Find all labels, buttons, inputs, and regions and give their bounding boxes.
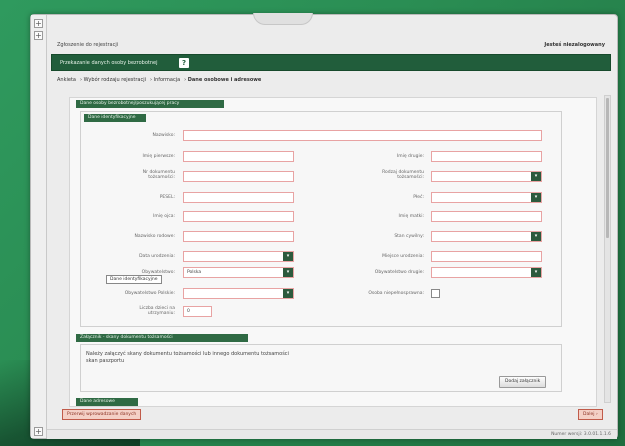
top-notch bbox=[253, 13, 313, 25]
breadcrumb-item: Dane osobowe i adresowe bbox=[187, 77, 262, 83]
tooltip: Dane identyfikacyjne bbox=[106, 275, 162, 284]
header-title: Zgłoszenie do rejestracji bbox=[57, 42, 119, 48]
document-type-select[interactable]: ▾ bbox=[431, 171, 542, 182]
calendar-icon[interactable]: ▾ bbox=[283, 252, 293, 261]
second-citizenship-label: Obywatelstwo drugie: bbox=[374, 270, 424, 275]
help-icon[interactable]: ? bbox=[179, 58, 189, 68]
document-number-label: Nr dokumentu tożsamości: bbox=[142, 170, 175, 180]
children-count-input[interactable]: 0 bbox=[183, 306, 212, 317]
children-count-label: Liczba dzieci na utrzymaniu: bbox=[139, 306, 175, 316]
second-citizenship-select[interactable]: ▾ bbox=[431, 267, 542, 278]
chevron-down-icon[interactable]: ▾ bbox=[531, 268, 541, 277]
birth-date-label: Data urodzenia: bbox=[139, 254, 175, 259]
surname-input[interactable] bbox=[183, 130, 542, 141]
arrow-right-icon: › bbox=[595, 412, 598, 417]
document-type-label: Rodzaj dokumentu tożsamości: bbox=[382, 170, 424, 180]
marital-status-select[interactable]: ▾ bbox=[431, 231, 542, 242]
document-number-input[interactable] bbox=[183, 171, 294, 182]
disabled-checkbox[interactable] bbox=[431, 289, 440, 298]
mother-name-input[interactable] bbox=[431, 211, 542, 222]
section-title-attachments: Załącznik - skany dokumentu tożsamości bbox=[76, 334, 248, 342]
gender-label: Płeć: bbox=[413, 195, 424, 200]
polish-citizenship-label: Obywatelstwo Polskie: bbox=[124, 291, 175, 296]
expand-icon[interactable]: + bbox=[34, 19, 43, 28]
maiden-name-label: Nazwisko rodowe: bbox=[134, 234, 175, 239]
breadcrumb-item[interactable]: Informacja bbox=[154, 77, 181, 83]
maiden-name-input[interactable] bbox=[183, 231, 294, 242]
footer-bar: Numer wersji: 3.0.01.1.1.6 bbox=[47, 429, 617, 439]
attachments-note: Należy załączyć skany dokumentu tożsamoś… bbox=[86, 351, 289, 365]
version-label: Numer wersji: 3.0.01.1.1.6 bbox=[551, 432, 611, 437]
birth-place-input[interactable] bbox=[431, 251, 542, 262]
expand-icon-2[interactable]: + bbox=[34, 31, 43, 40]
father-name-label: Imię ojca: bbox=[153, 214, 175, 219]
add-attachment-button[interactable]: Dodaj załącznik bbox=[499, 376, 547, 388]
citizenship-select[interactable]: Polska ▾ bbox=[183, 267, 294, 278]
header-bar: Zgłoszenie do rejestracji Jesteś niezalo… bbox=[51, 39, 611, 51]
pesel-label: PESEL: bbox=[159, 195, 175, 200]
birth-place-label: Miejsce urodzenia: bbox=[382, 254, 424, 259]
section-title-address: Dane adresowe bbox=[76, 398, 138, 406]
vertical-scrollbar[interactable] bbox=[604, 95, 611, 403]
birth-date-input[interactable]: ▾ bbox=[183, 251, 294, 262]
attachments-note-line2: skan paszportu bbox=[86, 358, 125, 364]
first-name-label: Imię pierwsze: bbox=[142, 154, 175, 159]
gender-select[interactable]: ▾ bbox=[431, 192, 542, 203]
chevron-down-icon[interactable]: ▾ bbox=[283, 268, 293, 277]
chevron-down-icon[interactable]: ▾ bbox=[531, 232, 541, 241]
left-gutter: + + + bbox=[31, 15, 47, 438]
mother-name-label: Imię matki: bbox=[398, 214, 424, 219]
second-name-label: Imię drugie: bbox=[396, 154, 424, 159]
section-title-personal: Dane osoby bezrobotnej/poszukującej prac… bbox=[76, 100, 224, 108]
page-title-bar: Przekazanie danych osoby bezrobotnej ? bbox=[51, 54, 611, 71]
login-status[interactable]: Jesteś niezalogowany bbox=[544, 42, 605, 48]
next-button[interactable]: Dalej › bbox=[578, 409, 603, 420]
chevron-down-icon[interactable]: ▾ bbox=[531, 193, 541, 202]
first-name-input[interactable] bbox=[183, 151, 294, 162]
abort-button[interactable]: Przerwij wprowadzanie danych bbox=[62, 409, 142, 420]
attachments-note-line1: Należy załączyć skany dokumentu tożsamoś… bbox=[86, 351, 289, 357]
expand-icon-bottom[interactable]: + bbox=[34, 427, 43, 436]
scrollbar-thumb[interactable] bbox=[606, 98, 609, 238]
breadcrumb: Ankieta › Wybór rodzaju rejestracji › Info… bbox=[57, 77, 262, 83]
pesel-input[interactable] bbox=[183, 192, 294, 203]
father-name-input[interactable] bbox=[183, 211, 294, 222]
subsection-title: Dane identyfikacyjne bbox=[84, 114, 146, 122]
breadcrumb-item[interactable]: Wybór rodzaju rejestracji bbox=[84, 77, 146, 83]
surname-label: Nazwisko: bbox=[152, 133, 175, 138]
marital-status-label: Stan cywilny: bbox=[394, 234, 424, 239]
page-title: Przekazanie danych osoby bezrobotnej bbox=[60, 60, 158, 66]
chevron-down-icon[interactable]: ▾ bbox=[283, 289, 293, 298]
disabled-label: Osoba niepełnosprawna: bbox=[368, 291, 424, 296]
breadcrumb-item[interactable]: Ankieta bbox=[57, 77, 76, 83]
second-name-input[interactable] bbox=[431, 151, 542, 162]
chevron-down-icon[interactable]: ▾ bbox=[531, 172, 541, 181]
polish-citizenship-select[interactable]: ▾ bbox=[183, 288, 294, 299]
